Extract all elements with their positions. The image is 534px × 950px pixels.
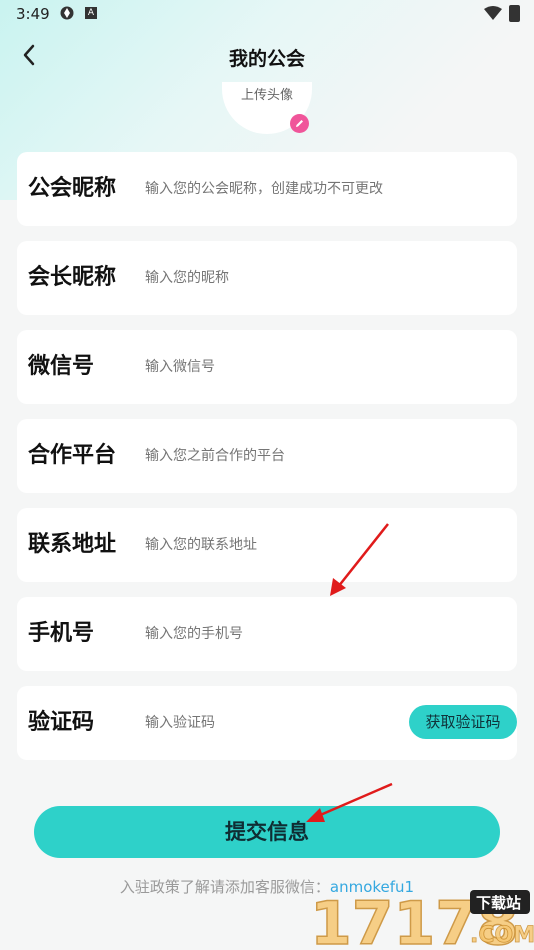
app-header: 我的公会 bbox=[0, 36, 534, 76]
field-label: 会长昵称 bbox=[28, 265, 117, 290]
field-phone: 手机号 bbox=[17, 597, 517, 671]
submit-button[interactable]: 提交信息 bbox=[34, 806, 500, 858]
avatar-edit-button[interactable] bbox=[290, 114, 309, 133]
get-code-button[interactable]: 获取验证码 bbox=[409, 705, 517, 739]
address-input[interactable] bbox=[145, 508, 405, 582]
platform-input[interactable] bbox=[145, 419, 405, 493]
field-label: 验证码 bbox=[28, 710, 95, 735]
field-platform: 合作平台 bbox=[17, 419, 517, 493]
field-leader-nickname: 会长昵称 bbox=[17, 241, 517, 315]
field-label: 合作平台 bbox=[28, 443, 117, 468]
battery-icon bbox=[509, 5, 520, 22]
field-guild-nickname: 公会昵称 bbox=[17, 152, 517, 226]
field-label: 微信号 bbox=[28, 354, 95, 379]
field-verification-code: 验证码 获取验证码 bbox=[17, 686, 517, 760]
verification-code-input[interactable] bbox=[145, 686, 385, 760]
site-watermark-logo: 17178 下载站 .COM bbox=[310, 888, 534, 950]
phone-input[interactable] bbox=[145, 597, 405, 671]
footer-note-text: 入驻政策了解请添加客服微信： bbox=[119, 878, 330, 896]
pencil-icon bbox=[296, 120, 303, 127]
status-time: 3:49 bbox=[16, 5, 50, 23]
status-bar: 3:49 A bbox=[0, 0, 534, 28]
avatar-upload-label: 上传头像 bbox=[240, 88, 293, 103]
wifi-icon bbox=[484, 6, 502, 20]
notification-a-icon: A bbox=[85, 7, 97, 19]
wechat-input[interactable] bbox=[145, 330, 405, 404]
leader-nickname-input[interactable] bbox=[145, 241, 405, 315]
guild-nickname-input[interactable] bbox=[145, 152, 505, 226]
field-label: 联系地址 bbox=[28, 532, 117, 557]
aperture-icon bbox=[60, 6, 74, 20]
watermark-badge: 下载站 bbox=[476, 894, 521, 912]
field-label: 公会昵称 bbox=[28, 176, 117, 201]
field-wechat: 微信号 bbox=[17, 330, 517, 404]
field-address: 联系地址 bbox=[17, 508, 517, 582]
field-label: 手机号 bbox=[28, 621, 95, 646]
page-title: 我的公会 bbox=[228, 48, 305, 70]
watermark-suffix: .COM bbox=[470, 923, 534, 948]
